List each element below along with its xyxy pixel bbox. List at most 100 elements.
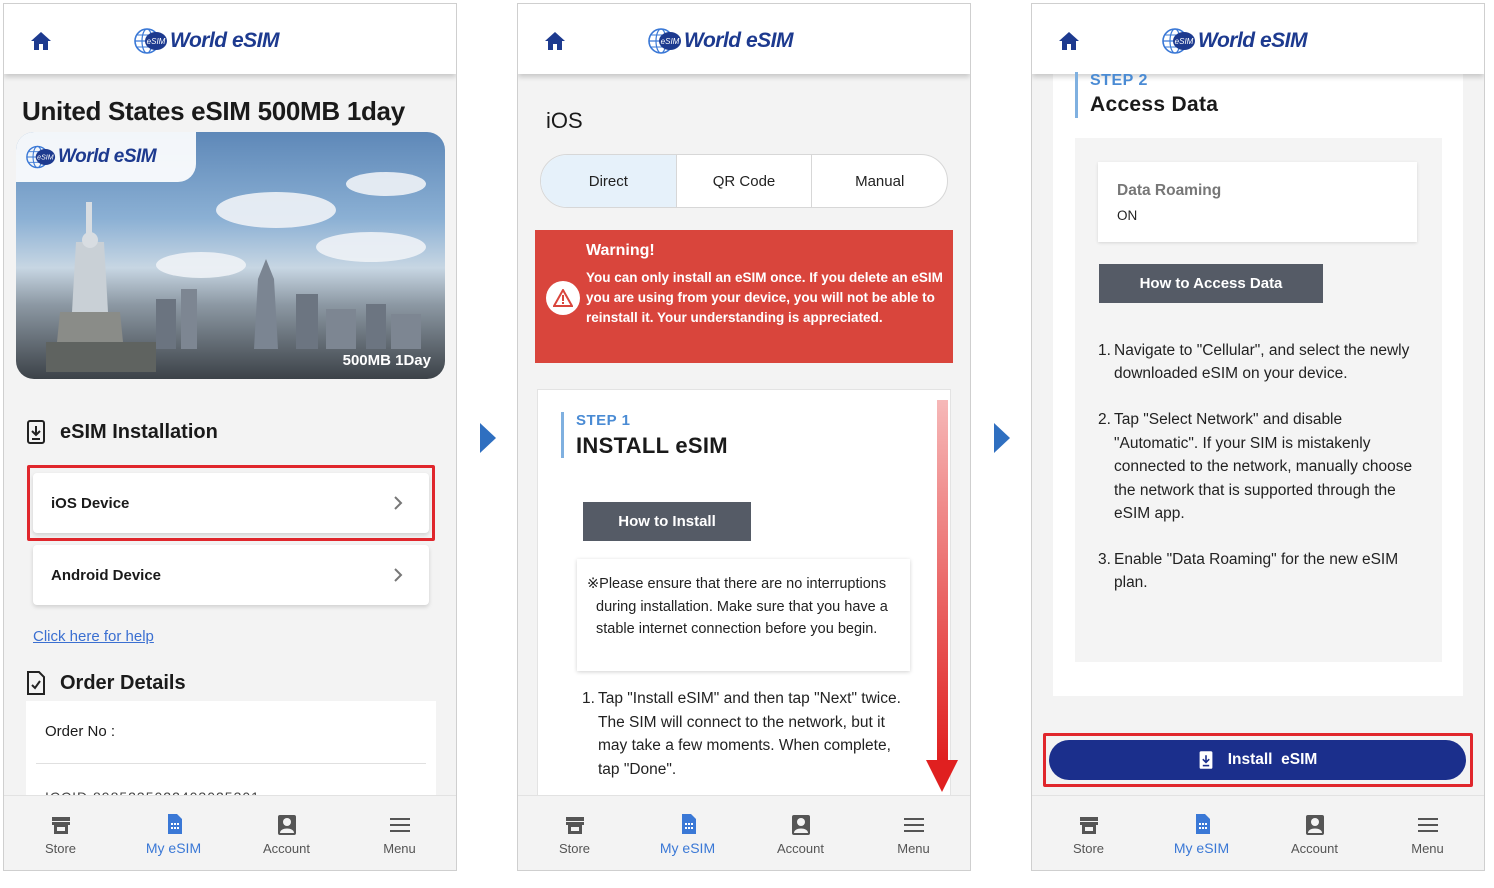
install-esim-label: Install eSIM <box>1227 751 1318 768</box>
note-text: ※Please ensure that there are no interru… <box>587 576 888 637</box>
step-number: 3. <box>1098 551 1111 569</box>
install-esim-button[interactable]: Install eSIM <box>1049 740 1466 780</box>
globe-icon <box>26 142 56 172</box>
next-step-arrow-icon <box>994 423 1010 453</box>
bottom-nav: Store My eSIM Account Menu <box>518 795 970 870</box>
install-method-tabs: Direct QR Code Manual <box>540 154 948 208</box>
android-device-label: Android Device <box>51 566 162 584</box>
nav-my-esim[interactable]: My eSIM <box>631 796 744 870</box>
nav-label: Menu <box>897 840 930 856</box>
scroll-down-arrow-icon <box>926 400 958 792</box>
nav-label: Account <box>263 840 310 856</box>
page-title: United States eSIM 500MB 1day <box>22 96 405 126</box>
tab-qr-code[interactable]: QR Code <box>675 155 812 207</box>
warning-triangle-icon <box>546 281 580 315</box>
os-title: iOS <box>546 108 583 133</box>
warning-body: You can only install an eSIM once. If yo… <box>586 270 943 325</box>
order-details-heading: Order Details <box>26 671 186 695</box>
nav-store[interactable]: Store <box>4 796 117 870</box>
step-text: Tap "Install eSIM" and then tap "Next" t… <box>598 690 901 778</box>
account-icon <box>1303 813 1327 837</box>
data-roaming-card: Data Roaming ON <box>1098 162 1417 242</box>
step-number: 1. <box>1098 342 1111 359</box>
access-data-steps-list: 1. Navigate to "Cellular", and select the… <box>1098 339 1418 617</box>
step-text: Tap "Select Network" and disable "Automa… <box>1114 411 1413 523</box>
ios-device-label: iOS Device <box>51 494 130 512</box>
step-number: 1. <box>582 690 595 707</box>
nav-label: Account <box>1291 840 1338 856</box>
chevron-right-icon <box>393 568 403 582</box>
ios-device-button[interactable]: iOS Device <box>33 473 429 533</box>
how-to-access-data-button[interactable]: How to Access Data <box>1099 264 1323 303</box>
nav-label: Menu <box>1411 840 1444 856</box>
step-title: INSTALL eSIM <box>576 433 728 458</box>
account-icon <box>275 813 299 837</box>
hero-logo-text: World eSIM <box>58 146 157 167</box>
nav-account[interactable]: Account <box>744 796 857 870</box>
app-header: World eSIM <box>1032 4 1484 74</box>
city-skyline-illustration <box>156 259 421 349</box>
step-number: 2. <box>1098 411 1111 429</box>
document-check-icon <box>26 671 46 695</box>
how-to-install-button[interactable]: How to Install <box>583 502 751 541</box>
android-device-button[interactable]: Android Device <box>33 545 429 605</box>
step-label: STEP 1 <box>576 412 631 429</box>
ios-install-screen: World eSIM iOS Direct QR Code Manual War… <box>517 3 971 871</box>
menu-icon <box>1416 813 1440 837</box>
nav-menu[interactable]: Menu <box>857 796 970 870</box>
app-header: World eSIM <box>518 4 970 74</box>
step-accent-bar <box>561 412 564 458</box>
list-item: 1. Navigate to "Cellular", and select the… <box>1098 339 1418 386</box>
logo-text: World eSIM <box>170 29 279 52</box>
next-step-arrow-icon <box>480 423 496 453</box>
globe-icon <box>1162 24 1196 58</box>
phone-download-icon <box>1199 751 1213 769</box>
nav-label: Menu <box>383 840 416 856</box>
list-item: 1. Tap "Install eSIM" and then tap "Next"… <box>582 687 912 781</box>
logo-text: World eSIM <box>684 29 793 52</box>
sim-card-icon <box>162 812 186 836</box>
sim-card-icon <box>1190 812 1214 836</box>
nav-label: Store <box>558 840 591 856</box>
nav-menu[interactable]: Menu <box>343 796 456 870</box>
nav-menu[interactable]: Menu <box>1371 796 1484 870</box>
phone-download-icon <box>26 420 46 444</box>
install-steps-list: 1. Tap "Install eSIM" and then tap "Next"… <box>582 687 912 781</box>
nav-my-esim[interactable]: My eSIM <box>117 796 230 870</box>
plan-badge: 500MB 1Day <box>342 352 431 369</box>
nav-label: Store <box>1072 840 1105 856</box>
app-header: World eSIM <box>4 4 456 74</box>
hero-logo-overlay: World eSIM <box>16 132 196 182</box>
step-title: Access Data <box>1090 93 1219 116</box>
nav-label: My eSIM <box>145 840 202 856</box>
step-text: Enable "Data Roaming" for the new eSIM p… <box>1114 551 1399 592</box>
divider <box>36 763 426 764</box>
nav-my-esim[interactable]: My eSIM <box>1145 796 1258 870</box>
statue-of-liberty-illustration <box>46 202 156 372</box>
data-roaming-value: ON <box>1117 208 1138 223</box>
world-esim-logo: World eSIM <box>134 24 279 58</box>
nav-store[interactable]: Store <box>518 796 631 870</box>
section-title: eSIM Installation <box>60 420 218 443</box>
globe-icon <box>648 24 682 58</box>
nav-label: My eSIM <box>659 840 716 856</box>
warning-title: Warning! <box>586 242 655 259</box>
home-icon[interactable] <box>544 31 566 51</box>
help-link[interactable]: Click here for help <box>33 628 154 645</box>
tab-direct[interactable]: Direct <box>541 155 676 207</box>
chevron-right-icon <box>393 496 403 510</box>
bottom-nav: Store My eSIM Account Menu <box>4 795 456 870</box>
nav-account[interactable]: Account <box>230 796 343 870</box>
nav-account[interactable]: Account <box>1258 796 1371 870</box>
step-accent-bar <box>1075 72 1078 118</box>
nav-store[interactable]: Store <box>1032 796 1145 870</box>
home-icon[interactable] <box>1058 31 1080 51</box>
globe-icon <box>134 24 168 58</box>
home-icon[interactable] <box>30 31 52 51</box>
tab-manual[interactable]: Manual <box>811 155 947 207</box>
step-1-card: STEP 1 INSTALL eSIM How to Install ※Plea… <box>537 389 958 809</box>
list-item: 2. Tap "Select Network" and disable "Auto… <box>1098 408 1418 525</box>
access-data-screen: World eSIM STEP 2 Access Data Data Roami… <box>1031 3 1485 871</box>
order-no-label: Order No : <box>45 723 116 740</box>
sim-card-icon <box>676 812 700 836</box>
